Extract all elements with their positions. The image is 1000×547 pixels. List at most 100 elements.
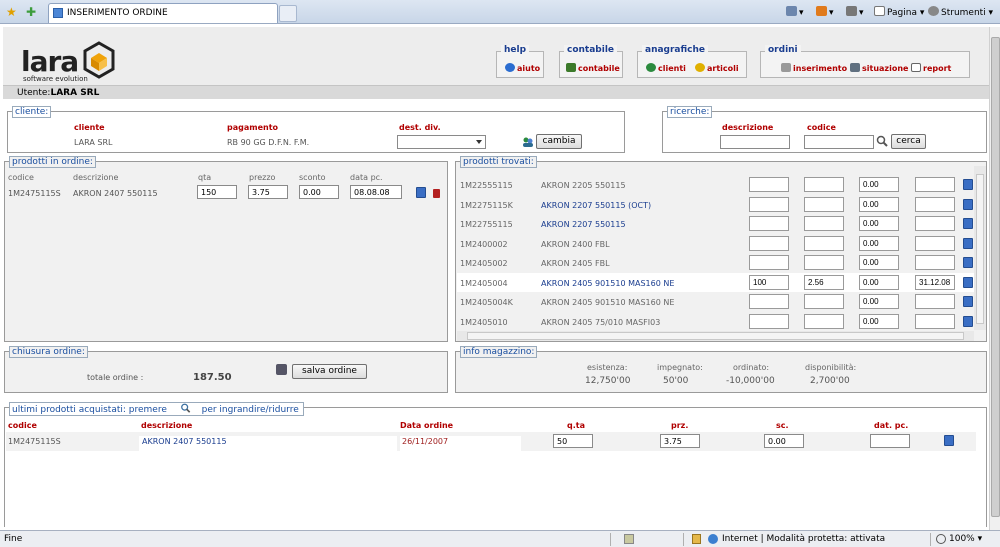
trovati-row[interactable]: 1M2405004K AKRON 2405 901510 MAS160 NE [457,292,974,311]
trovati-prezzo-input[interactable] [804,274,844,290]
horizontal-scrollbar[interactable] [457,331,974,341]
menu-item-situazione[interactable]: situazione [850,63,908,73]
cliente-value: LARA SRL [74,138,113,147]
add-to-order-icon[interactable] [963,276,973,288]
trovati-prezzo-input[interactable] [804,196,844,212]
trovati-data-input[interactable] [915,235,955,251]
menu-item-report[interactable]: report [911,63,951,73]
ricerca-codice-input[interactable] [804,135,874,149]
zoom-level-icon[interactable] [936,534,946,544]
totale-ordine-value: 187.50 [193,372,232,383]
ordine-qta-input[interactable] [197,185,237,199]
menu-item-articoli[interactable]: articoli [695,63,739,73]
trovati-qta-input[interactable] [749,196,789,212]
trovati-sconto-input[interactable] [859,274,899,290]
trovati-data-input[interactable] [915,216,955,231]
trovati-data-input[interactable] [915,255,955,270]
trovati-row[interactable]: 1M22755115 AKRON 2207 550115 [457,214,974,233]
trovati-data-input[interactable] [915,294,955,309]
menu-item-clienti[interactable]: clienti [646,63,686,73]
ultimi-sc-input[interactable] [764,434,804,448]
pagina-menu[interactable]: Pagina ▾ [874,6,924,18]
trovati-row[interactable]: 1M2275115K AKRON 2207 550115 (OCT) [457,195,974,214]
trovati-sconto-input[interactable] [859,313,899,329]
add-favorite-icon[interactable]: ✚ [26,5,36,19]
people-icon [646,63,656,72]
trovati-qta-input[interactable] [749,255,789,270]
trovati-qta-input[interactable] [749,235,789,251]
trovati-sconto-input[interactable] [859,196,899,212]
menu-item-inserimento[interactable]: inserimento [781,63,847,73]
salva-ordine-button[interactable]: salva ordine [292,364,367,379]
trovati-prezzo-input[interactable] [804,294,844,309]
trovati-prezzo-input[interactable] [804,313,844,329]
zoom-level[interactable]: 100% ▾ [949,534,982,544]
trovati-sconto-input[interactable] [859,235,899,251]
trovati-prezzo-input[interactable] [804,235,844,251]
add-to-order-icon[interactable] [944,435,954,446]
add-to-order-icon[interactable] [963,257,973,268]
trash-icon[interactable] [433,189,440,198]
trovati-qta-input[interactable] [749,313,789,329]
feeds-icon[interactable]: ▾ [816,6,834,18]
cerca-button[interactable]: cerca [891,134,926,149]
trovati-row[interactable]: 1M2400002 AKRON 2400 FBL [457,234,974,253]
trovati-data-input[interactable] [915,177,955,192]
trovati-codice: 1M2400002 [460,239,508,249]
status-bar: Fine Internet | Modalità protetta: attiv… [0,530,1000,547]
home-icon[interactable]: ▾ [786,6,804,18]
browser-tab[interactable]: INSERIMENTO ORDINE [48,3,278,23]
help-icon [505,63,515,72]
ricerca-descrizione-input[interactable] [720,135,790,149]
trovati-qta-input[interactable] [749,294,789,309]
trovati-data-input[interactable] [915,196,955,212]
page-scrollbar-thumb[interactable] [991,37,1000,517]
trovati-descrizione: AKRON 2205 550115 [541,181,626,190]
cambia-button[interactable]: cambia [536,134,582,149]
dest-div-select[interactable] [397,135,486,149]
menu-item-contabile[interactable]: contabile [566,63,620,73]
trovati-prezzo-input[interactable] [804,216,844,231]
menu-item-aiuto[interactable]: aiuto [505,63,540,73]
trovati-row[interactable]: 1M2405002 AKRON 2405 FBL [457,253,974,272]
trovati-qta-input[interactable] [749,274,789,290]
trovati-sconto-input[interactable] [859,216,899,231]
ordine-sconto-input[interactable] [299,185,339,199]
add-to-order-icon[interactable] [963,198,973,210]
trovati-qta-input[interactable] [749,216,789,231]
page-scrollbar[interactable] [989,27,1000,530]
ultimi-prz-input[interactable] [660,434,700,448]
zone-text: Internet | Modalità protetta: attivata [722,534,886,544]
trovati-row[interactable]: 1M2405010 AKRON 2405 75/010 MASFI03 [457,312,974,331]
strumenti-menu[interactable]: Strumenti ▾ [928,6,993,18]
print-icon[interactable]: ▾ [846,6,864,18]
trovati-prezzo-input[interactable] [804,255,844,270]
trovati-sconto-input[interactable] [859,294,899,309]
trovati-qta-input[interactable] [749,177,789,192]
trovati-prezzo-input[interactable] [804,177,844,192]
trovati-row[interactable]: 1M2405004 AKRON 2405 901510 MAS160 NE [457,272,974,292]
trovati-row[interactable]: 1M22555115 AKRON 2205 550115 [457,175,974,194]
menu-help: help aiuto [496,45,544,78]
favorites-star-icon[interactable]: ★ [6,5,17,19]
page-icon [53,8,63,18]
insert-icon [781,63,791,72]
trovati-sconto-input[interactable] [859,255,899,270]
new-tab-button[interactable] [279,5,297,22]
trovati-data-input[interactable] [915,313,955,329]
ordine-data-input[interactable] [350,185,402,199]
add-to-order-icon[interactable] [963,296,973,307]
zoom-icon[interactable] [180,403,191,413]
edit-icon[interactable] [416,187,426,198]
add-to-order-icon[interactable] [963,179,973,190]
trovati-sconto-input[interactable] [859,177,899,192]
trovati-data-input[interactable] [915,274,955,290]
ordine-prezzo-input[interactable] [248,185,288,199]
add-to-order-icon[interactable] [963,237,973,249]
ultimi-qta-input[interactable] [553,434,593,448]
prodotti-ordine-panel: prodotti in ordine: codice descrizione q… [4,156,448,342]
add-to-order-icon[interactable] [963,315,973,327]
vertical-scrollbar[interactable] [974,166,986,330]
add-to-order-icon[interactable] [963,218,973,229]
ultimi-dat-input[interactable] [870,434,910,448]
